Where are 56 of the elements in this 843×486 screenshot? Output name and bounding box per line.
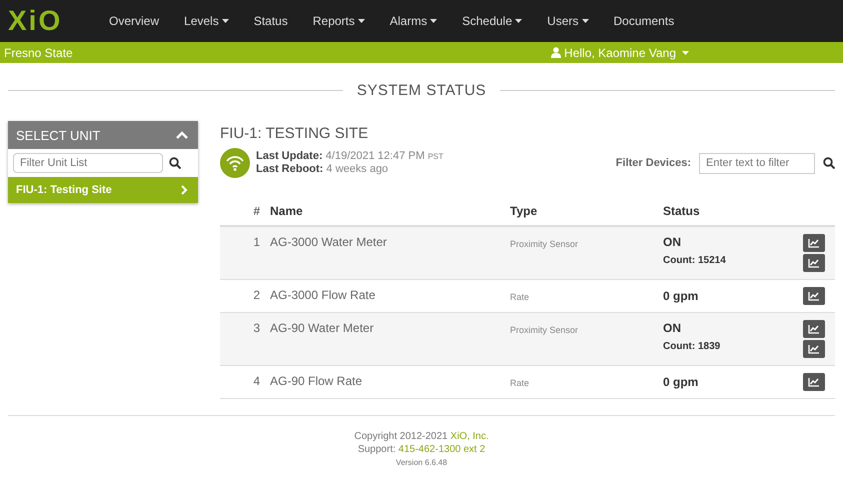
caret-icon: [682, 50, 689, 54]
device-status: ON: [663, 322, 682, 335]
chart-button[interactable]: [803, 254, 825, 272]
line-chart-icon: [808, 324, 820, 334]
filter-label: Filter Devices:: [616, 157, 691, 169]
copyright-text: Copyright 2012-2021 XiO, Inc.: [354, 430, 489, 443]
user-icon: [551, 47, 562, 58]
wifi-icon: [220, 148, 250, 178]
page-title: SYSTEM STATUS: [356, 82, 486, 98]
organization-name: Fresno State: [4, 46, 73, 60]
chart-button[interactable]: [803, 234, 825, 252]
device-status: ON: [663, 236, 682, 249]
last-reboot-text: Last Reboot: 4 weeks ago: [256, 163, 390, 176]
device-name: AG-90 Water Meter: [270, 312, 510, 366]
line-chart-icon: [808, 258, 820, 268]
nav-link[interactable]: Reports: [312, 14, 365, 28]
unit-filter-field[interactable]: Filter Unit List: [13, 153, 163, 173]
line-chart-icon: [808, 291, 820, 301]
row-number: 1: [220, 226, 270, 280]
nav-link[interactable]: Status: [254, 14, 288, 28]
last-update-text: Last Update: 4/19/2021 12:47 PM PST: [256, 150, 444, 163]
nav-link[interactable]: Overview: [109, 14, 160, 28]
nav-link[interactable]: Levels: [184, 14, 229, 28]
device-name: AG-90 Flow Rate: [270, 366, 510, 398]
chart-button[interactable]: [803, 287, 825, 305]
device-type: Rate: [510, 292, 530, 302]
chart-button[interactable]: [803, 320, 825, 338]
row-number: 3: [220, 312, 270, 366]
device-status: 0 gpm: [663, 376, 700, 389]
nav-link[interactable]: Alarms: [390, 14, 438, 28]
chart-button[interactable]: [803, 340, 825, 358]
support-text: Support: 415-462-1300 ext 2: [358, 443, 486, 456]
chart-button[interactable]: [803, 373, 825, 391]
device-count: Count: 1839: [663, 340, 722, 353]
line-chart-icon: [808, 377, 820, 387]
line-chart-icon: [808, 344, 820, 354]
device-type: Rate: [510, 378, 530, 388]
search-icon[interactable]: [823, 157, 835, 169]
device-name: AG-3000 Water Meter: [270, 226, 510, 280]
device-status: 0 gpm: [663, 290, 700, 303]
chevron-right-icon: [181, 185, 188, 195]
nav-link[interactable]: Users: [547, 14, 588, 28]
version-text: Version 6.6.48: [396, 457, 448, 469]
panel-title: SELECT UNIT: [16, 128, 100, 142]
line-chart-icon: [808, 238, 820, 248]
device-filter-field[interactable]: Enter text to filter: [699, 152, 815, 174]
nav-link[interactable]: Documents: [614, 14, 674, 28]
device-type: Proximity Sensor: [510, 239, 578, 249]
logo[interactable]: XiO: [8, 5, 84, 37]
device-count: Count: 15214: [663, 254, 727, 267]
nav-link[interactable]: Schedule: [462, 14, 522, 28]
collapse-chevron-icon[interactable]: [176, 130, 188, 140]
search-icon[interactable]: [169, 157, 181, 169]
row-number: 4: [220, 366, 270, 398]
device-type: Proximity Sensor: [510, 325, 578, 335]
unit-title: FIU-1: TESTING SITE: [220, 125, 370, 142]
